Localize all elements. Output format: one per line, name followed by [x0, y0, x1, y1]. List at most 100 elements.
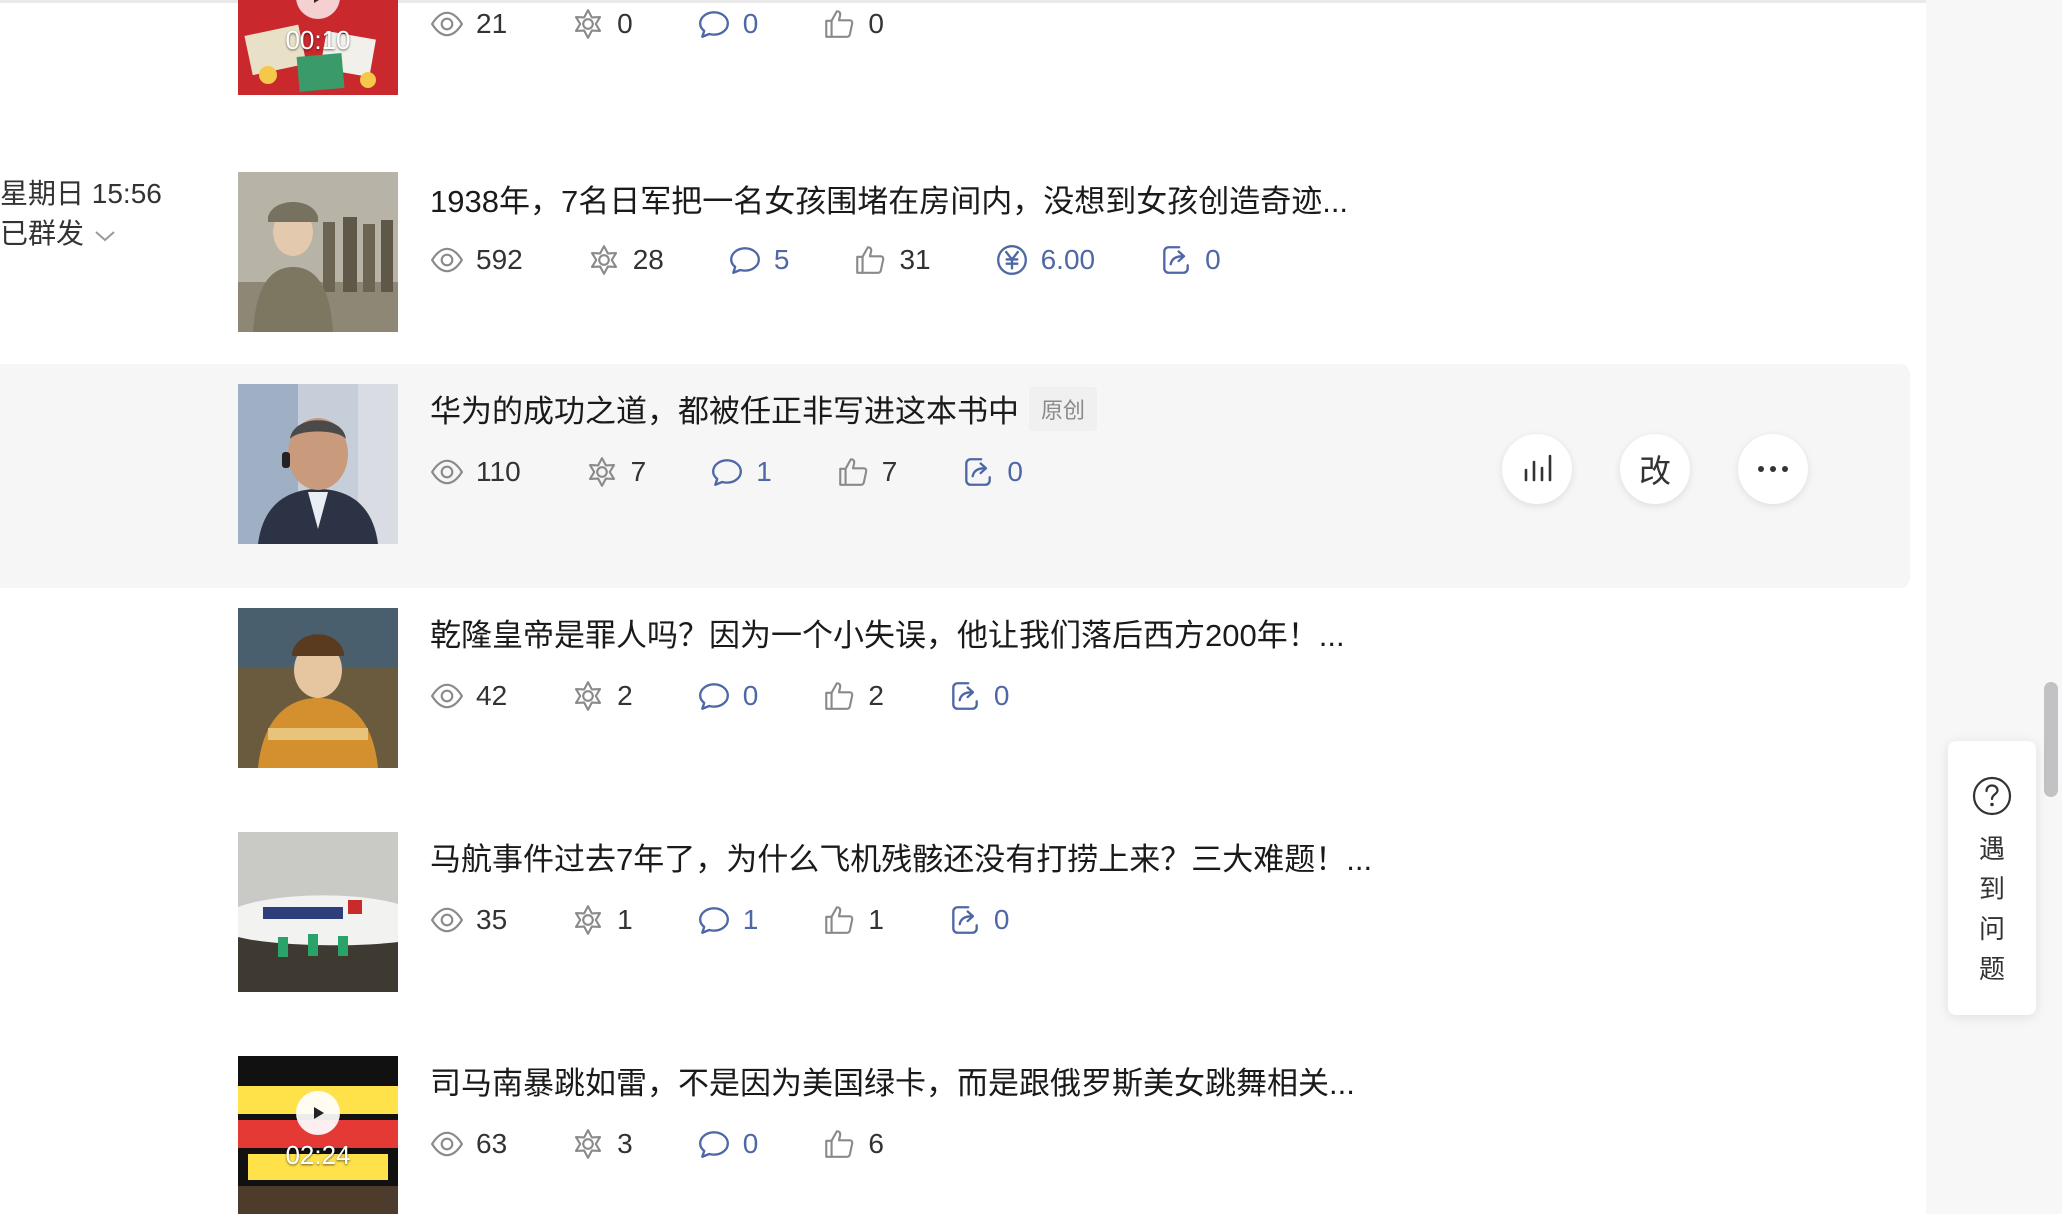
- views-stat: 110: [430, 455, 521, 489]
- share-icon: [1159, 243, 1193, 277]
- comments-stat[interactable]: 0: [697, 7, 758, 41]
- eye-icon: [430, 455, 464, 489]
- views-stat: 592: [430, 243, 523, 277]
- likes-stat: 7: [836, 455, 897, 489]
- more-icon: [1758, 466, 1788, 472]
- article-row[interactable]: 02:24 司马南暴跳如雷，不是因为美国绿卡，而是跟俄罗斯美女跳舞相关... 6…: [0, 1036, 1910, 1214]
- article-list: 00:10 21 0 0 0 星期日 15:56 已群发 1938年，7名日军把…: [0, 0, 1926, 1214]
- scrollbar-thumb[interactable]: [2044, 682, 2058, 797]
- video-duration: 00:10: [285, 25, 351, 55]
- publish-status[interactable]: 已群发: [0, 214, 162, 254]
- recommends-stat: 7: [585, 455, 646, 489]
- article-stats: 63 3 0 6: [430, 1124, 884, 1164]
- comments-stat[interactable]: 0: [697, 1127, 758, 1161]
- edit-button[interactable]: 改: [1620, 434, 1690, 504]
- article-thumbnail[interactable]: [238, 608, 398, 768]
- publish-info: 星期日 15:56 已群发: [0, 174, 162, 254]
- bar-chart-icon: [1524, 454, 1552, 482]
- analytics-button[interactable]: [1502, 434, 1572, 504]
- comment-icon: [697, 7, 731, 41]
- comments-stat[interactable]: 5: [728, 243, 789, 277]
- views-stat: 35: [430, 903, 507, 937]
- like-icon: [822, 7, 856, 41]
- article-title-text[interactable]: 华为的成功之道，都被任正非写进这本书中: [430, 386, 1019, 431]
- article-thumbnail-video[interactable]: 02:24: [238, 1056, 398, 1214]
- comment-icon: [728, 243, 762, 277]
- recommend-icon: [571, 679, 605, 713]
- comment-icon: [710, 455, 744, 489]
- article-row[interactable]: 马航事件过去7年了，为什么飞机残骸还没有打捞上来？三大难题！... 35 1 1…: [0, 812, 1910, 1036]
- likes-stat: 1: [822, 903, 884, 937]
- eye-icon: [430, 679, 464, 713]
- article-row[interactable]: 乾隆皇帝是罪人吗？因为一个小失误，他让我们落后西方200年！... 42 2 0…: [0, 588, 1910, 812]
- like-icon: [822, 1127, 856, 1161]
- share-icon: [948, 679, 982, 713]
- share-icon: [948, 903, 982, 937]
- article-title[interactable]: 乾隆皇帝是罪人吗？因为一个小失误，他让我们落后西方200年！...: [430, 610, 1345, 655]
- article-title[interactable]: 司马南暴跳如雷，不是因为美国绿卡，而是跟俄罗斯美女跳舞相关...: [430, 1058, 1355, 1103]
- row-actions: 改: [1502, 434, 1856, 504]
- like-icon: [822, 679, 856, 713]
- recommends-stat: 28: [587, 243, 664, 277]
- article-stats: 21 0 0 0: [430, 4, 884, 44]
- likes-stat: 0: [822, 7, 884, 41]
- help-label: 遇到问题: [1978, 834, 2005, 984]
- article-thumbnail-video[interactable]: 00:10: [238, 0, 398, 95]
- article-stats: 110 7 1 7 0: [430, 452, 1023, 492]
- recommends-stat: 1: [571, 903, 633, 937]
- likes-stat: 31: [853, 243, 931, 277]
- article-row-hovered[interactable]: 华为的成功之道，都被任正非写进这本书中 原创 110 7 1 7 0 改: [0, 364, 1910, 588]
- eye-icon: [430, 1127, 464, 1161]
- recommend-icon: [571, 7, 605, 41]
- publish-date: 星期日 15:56: [0, 178, 162, 209]
- help-widget[interactable]: 遇到问题: [1948, 741, 2036, 1015]
- recommend-icon: [571, 1127, 605, 1161]
- like-icon: [836, 455, 870, 489]
- views-stat: 21: [430, 7, 507, 41]
- publish-status-label: 已群发: [0, 218, 85, 249]
- article-stats: 42 2 0 2 0: [430, 676, 1009, 716]
- article-title[interactable]: 1938年，7名日军把一名女孩围堵在房间内，没想到女孩创造奇迹...: [430, 176, 1348, 221]
- likes-stat: 2: [822, 679, 884, 713]
- views-stat: 63: [430, 1127, 507, 1161]
- video-duration: 02:24: [285, 1140, 351, 1170]
- original-tag: 原创: [1029, 386, 1098, 431]
- chevron-down-icon[interactable]: [94, 214, 116, 254]
- article-row[interactable]: 星期日 15:56 已群发 1938年，7名日军把一名女孩围堵在房间内，没想到女…: [0, 150, 1910, 370]
- yuan-icon: [995, 243, 1029, 277]
- recommends-stat: 0: [571, 7, 633, 41]
- play-icon: [296, 1091, 340, 1135]
- right-gutter: [1926, 0, 2062, 1214]
- eye-icon: [430, 903, 464, 937]
- comments-stat[interactable]: 1: [710, 455, 772, 489]
- comment-icon: [697, 1127, 731, 1161]
- shares-stat[interactable]: 0: [948, 679, 1009, 713]
- article-title[interactable]: 马航事件过去7年了，为什么飞机残骸还没有打捞上来？三大难题！...: [430, 834, 1372, 879]
- likes-stat: 6: [822, 1127, 884, 1161]
- edit-button-label: 改: [1638, 453, 1671, 489]
- comment-icon: [697, 903, 731, 937]
- eye-icon: [430, 7, 464, 41]
- article-title[interactable]: 华为的成功之道，都被任正非写进这本书中 原创: [430, 386, 1098, 431]
- more-button[interactable]: [1738, 434, 1808, 504]
- recommend-icon: [585, 455, 619, 489]
- shares-stat[interactable]: 0: [948, 903, 1009, 937]
- article-row[interactable]: 00:10 21 0 0 0: [0, 0, 1910, 110]
- reward-stat[interactable]: 6.00: [995, 243, 1095, 277]
- article-stats: 35 1 1 1 0: [430, 900, 1009, 940]
- comment-icon: [697, 679, 731, 713]
- shares-stat[interactable]: 0: [961, 455, 1023, 489]
- article-stats: 592 28 5 31 6.00 0: [430, 240, 1221, 280]
- shares-stat[interactable]: 0: [1159, 243, 1221, 277]
- comments-stat[interactable]: 1: [697, 903, 758, 937]
- eye-icon: [430, 243, 464, 277]
- article-thumbnail[interactable]: [238, 384, 398, 544]
- recommends-stat: 2: [571, 679, 633, 713]
- article-thumbnail[interactable]: [238, 172, 398, 332]
- comments-stat[interactable]: 0: [697, 679, 758, 713]
- like-icon: [822, 903, 856, 937]
- article-thumbnail[interactable]: [238, 832, 398, 992]
- like-icon: [853, 243, 887, 277]
- recommend-icon: [571, 903, 605, 937]
- question-icon: [1972, 776, 2012, 816]
